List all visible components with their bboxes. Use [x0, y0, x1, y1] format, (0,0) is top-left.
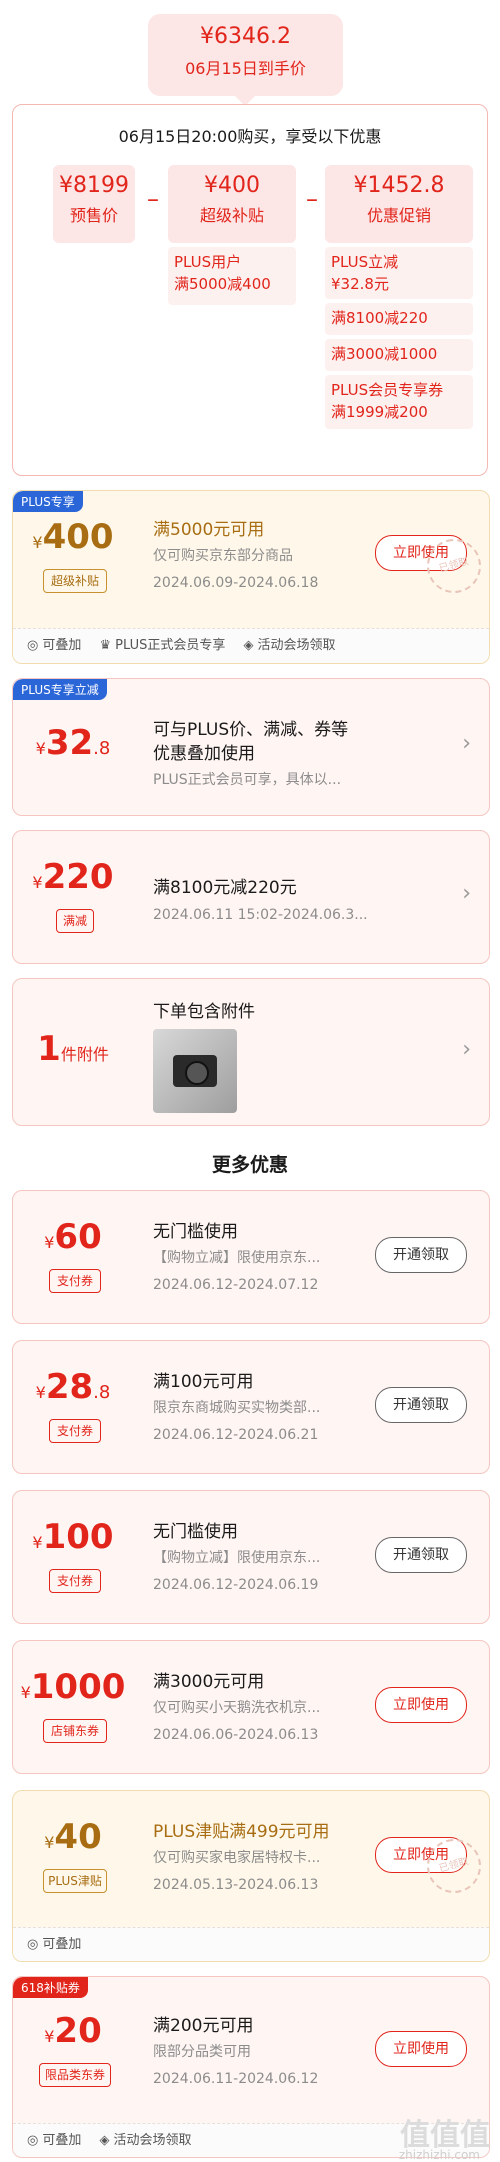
coupon-tag: 超级补贴	[43, 569, 107, 593]
accessory-product-image	[153, 1029, 237, 1113]
coupon-validity: 2024.06.11 15:02-2024.06.3...	[153, 907, 368, 923]
promo-item: 满8100减220	[325, 303, 473, 335]
coupon-amount: ¥60	[44, 1217, 102, 1257]
subsidy-note: PLUS用户 满5000减400	[168, 247, 296, 305]
coupon-card-pay-28-8: ¥28.8 支付券 满100元可用 限京东商城购买实物类部... 2024.06…	[12, 1340, 490, 1474]
coupon-card-plus-subsidy: PLUS专享 ¥400 超级补贴 满5000元可用 仅可购买京东部分商品 202…	[12, 490, 490, 664]
minus-sign: –	[147, 185, 159, 213]
coupon-title: 满200元可用	[153, 2016, 254, 2036]
final-price-bubble: ¥6346.2 06月15日到手价	[148, 14, 343, 106]
open-and-claim-button[interactable]: 开通领取	[375, 1387, 467, 1423]
coupon-title: 满100元可用	[153, 1372, 254, 1392]
use-now-button[interactable]: 立即使用	[375, 2031, 467, 2067]
corner-badge: PLUS专享立减	[13, 679, 107, 700]
accessories-card[interactable]: 1件附件 下单包含附件 ›	[12, 978, 490, 1126]
coupon-card-pay-60: ¥60 支付券 无门槛使用 【购物立减】限使用京东... 2024.06.12-…	[12, 1190, 490, 1324]
coupon-card-plus-allowance: ¥40 PLUS津贴 PLUS津贴满499元可用 仅可购买家电家居特权卡... …	[12, 1790, 490, 1962]
coupon-tag: 支付券	[49, 1569, 101, 1593]
coupon-validity: 2024.06.11-2024.06.12	[153, 2071, 319, 2087]
coupon-validity: 2024.06.06-2024.06.13	[153, 1727, 319, 1743]
chevron-right-icon: ›	[462, 1037, 471, 1062]
promo-label: 优惠促销	[366, 206, 431, 225]
coupon-title-line2: 优惠叠加使用	[153, 744, 255, 764]
stackable-icon: ◎	[27, 2133, 39, 2148]
crown-icon: ♛	[99, 638, 112, 653]
coupon-amount: ¥220	[32, 857, 114, 897]
minus-sign: –	[306, 185, 318, 213]
coupon-tag: 支付券	[49, 1419, 101, 1443]
coupon-footer: ◎ 可叠加 ♛ PLUS正式会员专享 ◈ 活动会场领取	[13, 628, 489, 663]
open-and-claim-button[interactable]: 开通领取	[375, 1537, 467, 1573]
coupon-validity: 2024.05.13-2024.06.13	[153, 1877, 319, 1893]
open-and-claim-button[interactable]: 开通领取	[375, 1237, 467, 1273]
coupon-card-shop-1000: ¥1000 店铺东券 满3000元可用 仅可购买小天鹅洗衣机京... 2024.…	[12, 1640, 490, 1774]
chevron-right-icon: ›	[462, 731, 471, 756]
coupon-amount: ¥20	[44, 2011, 102, 2051]
venue-icon: ◈	[243, 638, 254, 653]
super-subsidy-label: 超级补贴	[199, 206, 264, 225]
coupon-title: 满8100元减220元	[153, 878, 297, 898]
coupon-amount: ¥400	[32, 517, 114, 557]
promo-value: ¥1452.8	[353, 173, 445, 198]
coupon-amount: ¥28.8	[35, 1367, 111, 1407]
presale-price-value: ¥8199	[59, 173, 129, 198]
promo-item: 满3000减1000	[325, 339, 473, 371]
final-price: ¥6346.2	[200, 24, 291, 49]
stackable-icon: ◎	[27, 638, 39, 653]
breakdown-header: 06月15日20:00购买，享受以下优惠	[118, 127, 382, 146]
use-now-button[interactable]: 立即使用	[375, 1687, 467, 1723]
coupon-detail-page: ¥6346.2 06月15日到手价 06月15日20:00购买，享受以下优惠 ¥…	[0, 0, 500, 2162]
coupon-amount: ¥40	[44, 1817, 102, 1857]
presale-price-label: 预售价	[69, 206, 118, 225]
coupon-card-pay-100: ¥100 支付券 无门槛使用 【购物立减】限使用京东... 2024.06.12…	[12, 1490, 490, 1624]
coupon-tag: PLUS津贴	[43, 1869, 107, 1893]
venue-icon: ◈	[99, 2133, 110, 2148]
coupon-scope: 仅可购买家电家居特权卡...	[153, 1850, 321, 1866]
chevron-right-icon: ›	[462, 881, 471, 906]
coupon-scope: 仅可购买小天鹅洗衣机京...	[153, 1700, 321, 1716]
coupon-scope: 【购物立减】限使用京东...	[153, 1250, 321, 1266]
coupon-title: 无门槛使用	[153, 1222, 238, 1242]
corner-badge: PLUS专享	[13, 491, 83, 512]
coupon-tag: 满减	[56, 909, 94, 933]
coupon-tag: 限品类东券	[39, 2063, 111, 2087]
more-offers-title: 更多优惠	[211, 1154, 288, 1176]
coupon-title: 无门槛使用	[153, 1522, 238, 1542]
super-subsidy-value: ¥400	[204, 173, 260, 198]
coupon-title: PLUS津贴满499元可用	[153, 1822, 330, 1842]
coupon-scope: 【购物立减】限使用京东...	[153, 1550, 321, 1566]
corner-badge: 618补贴券	[13, 1977, 88, 1998]
stackable-icon: ◎	[27, 1937, 39, 1952]
final-price-date-label: 06月15日到手价	[185, 59, 306, 78]
coupon-tag: 店铺东券	[43, 1719, 107, 1743]
coupon-amount: ¥32.8	[35, 723, 111, 763]
coupon-tag: 支付券	[49, 1269, 101, 1293]
accessory-count: 1件附件	[37, 1029, 109, 1069]
coupon-validity: 2024.06.09-2024.06.18	[153, 575, 319, 591]
coupon-scope: 限京东商城购买实物类部...	[153, 1400, 321, 1416]
coupon-card-plus-discount[interactable]: PLUS专享立减 ¥32.8 可与PLUS价、满减、券等 优惠叠加使用 PLUS…	[12, 678, 490, 816]
coupon-validity: 2024.06.12-2024.06.19	[153, 1577, 319, 1593]
coupon-amount: ¥1000	[20, 1667, 126, 1707]
coupon-title: 可与PLUS价、满减、券等	[153, 720, 349, 740]
promo-item: PLUS立减 ¥32.8元	[325, 247, 473, 299]
coupon-title: 满5000元可用	[153, 520, 265, 540]
accessories-title: 下单包含附件	[153, 1002, 255, 1022]
coupon-card-full-reduction[interactable]: ¥220 满减 满8100元减220元 2024.06.11 15:02-202…	[12, 830, 490, 964]
coupon-note: PLUS正式会员可享，具体以...	[153, 772, 342, 788]
coupon-footer: ◎ 可叠加	[13, 1927, 489, 1961]
coupon-amount: ¥100	[32, 1517, 114, 1557]
coupon-validity: 2024.06.12-2024.07.12	[153, 1277, 319, 1293]
coupon-scope: 限部分品类可用	[153, 2044, 251, 2060]
coupon-validity: 2024.06.12-2024.06.21	[153, 1427, 319, 1443]
promo-item: PLUS会员专享券 满1999减200	[325, 375, 473, 429]
price-breakdown-panel: 06月15日20:00购买，享受以下优惠 ¥8199 预售价 – ¥400 超级…	[12, 104, 488, 476]
promo-box: ¥1452.8 优惠促销	[325, 165, 473, 243]
super-subsidy-box: ¥400 超级补贴	[168, 165, 296, 243]
coupon-scope: 仅可购买京东部分商品	[153, 548, 293, 564]
presale-price-box: ¥8199 预售价	[53, 165, 135, 243]
coupon-title: 满3000元可用	[153, 1672, 265, 1692]
